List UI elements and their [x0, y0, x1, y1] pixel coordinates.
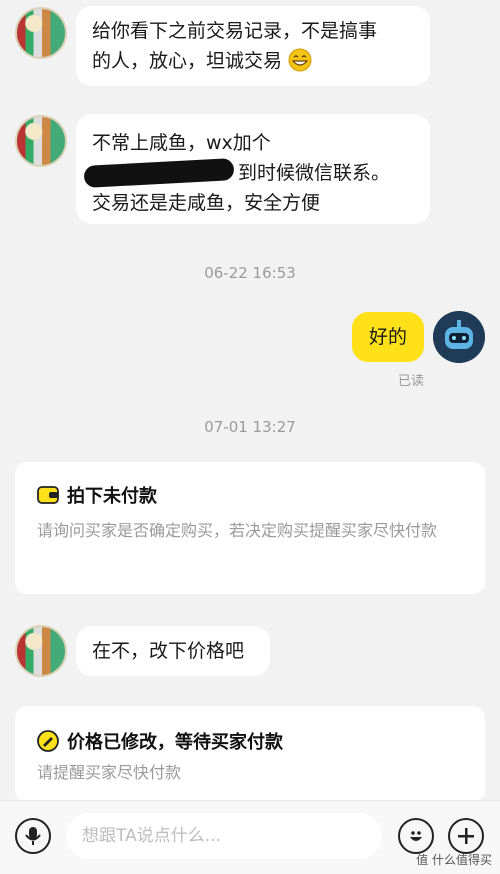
card-title-row: 拍下未付款	[37, 482, 463, 508]
avatar[interactable]	[15, 7, 67, 59]
message-bubble: 在不，改下价格吧	[76, 626, 270, 676]
more-button[interactable]	[448, 818, 484, 854]
timestamp: 07-01 13:27	[204, 418, 296, 436]
robot-avatar-icon	[433, 311, 485, 363]
my-avatar[interactable]	[433, 311, 485, 363]
avatar[interactable]	[15, 115, 67, 167]
message-text: 到时候微信联系。	[83, 158, 414, 188]
redaction-scribble	[83, 158, 235, 188]
message-text: 给你看下之前交易记录，不是搞事	[92, 20, 378, 42]
microphone-icon	[25, 827, 41, 845]
read-status: 已读	[398, 374, 425, 389]
card-title-row: 价格已修改，等待买家付款	[37, 728, 463, 754]
message-text: 在不，改下价格吧	[92, 640, 245, 662]
card-title: 价格已修改，等待买家付款	[67, 732, 283, 753]
order-status-card[interactable]: 拍下未付款 请询问买家是否确定购买，若决定购买提醒买家尽快付款	[15, 462, 485, 594]
order-status-card[interactable]: 价格已修改，等待买家付款 请提醒买家尽快付款	[15, 706, 485, 802]
card-description: 请提醒买家尽快付款	[37, 763, 182, 782]
emoji-button[interactable]	[398, 818, 434, 854]
grin-emoji-icon	[288, 48, 312, 72]
my-message-bubble: 好的	[352, 312, 424, 362]
smiley-icon	[410, 831, 422, 841]
voice-button[interactable]	[15, 818, 51, 854]
message-bubble: 给你看下之前交易记录，不是搞事 的人，放心，坦诚交易	[76, 6, 430, 86]
message-bubble: 不常上咸鱼，wx加个 到时候微信联系。 交易还是走咸鱼，安全方便	[76, 114, 430, 224]
avatar[interactable]	[15, 625, 67, 677]
card-description: 请询问买家是否确定购买，若决定购买提醒买家尽快付款	[37, 521, 438, 540]
card-title: 拍下未付款	[67, 486, 157, 507]
timestamp: 06-22 16:53	[204, 264, 296, 282]
watermark: 值 什么值得买	[416, 853, 492, 867]
message-input[interactable]	[66, 813, 382, 859]
message-text: 交易还是走咸鱼，安全方便	[92, 192, 321, 214]
message-text: 的人，放心，坦诚交易	[92, 46, 414, 76]
edit-icon	[37, 730, 59, 752]
wallet-icon	[37, 486, 59, 504]
plus-icon	[458, 828, 474, 844]
input-bar: 值 什么值得买	[0, 800, 500, 874]
message-text: 好的	[368, 326, 407, 348]
message-text: 不常上咸鱼，wx加个	[92, 132, 271, 154]
